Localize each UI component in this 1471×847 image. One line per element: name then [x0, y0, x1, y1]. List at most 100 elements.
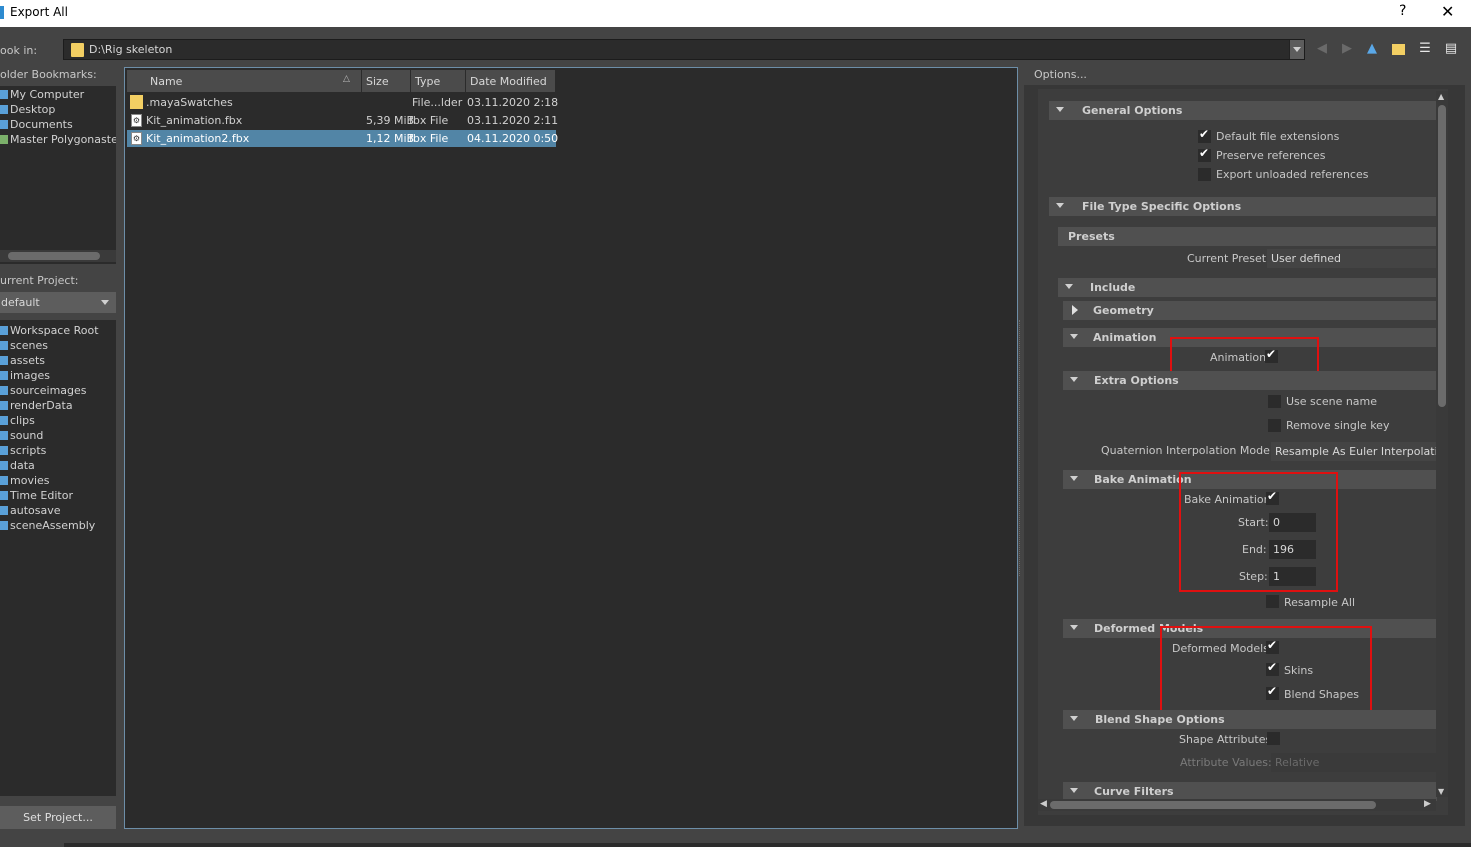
folder-icon: [130, 95, 143, 109]
bookmark-item[interactable]: Desktop: [0, 103, 55, 118]
bookmark-label: Documents: [10, 118, 73, 131]
section-include[interactable]: Include: [1058, 278, 1437, 297]
bake-start-input[interactable]: 0: [1269, 513, 1316, 532]
workspace-item-label: renderData: [10, 399, 73, 412]
workspace-item[interactable]: sound: [0, 429, 43, 444]
file-row[interactable]: .mayaSwatches File...lder 03.11.2020 2:1…: [127, 94, 558, 111]
scroll-thumb[interactable]: [8, 252, 100, 260]
new-folder-icon[interactable]: [1390, 41, 1406, 57]
section-title: Presets: [1068, 230, 1115, 243]
file-size: 1,12 MiB: [366, 132, 415, 145]
section-general-options[interactable]: General Options: [1049, 101, 1437, 120]
column-header-size[interactable]: Size: [362, 70, 411, 92]
bake-end-input[interactable]: 196: [1269, 540, 1316, 559]
default-file-extensions-checkbox[interactable]: ✔: [1198, 127, 1211, 143]
workspace-item[interactable]: Workspace Root: [0, 324, 99, 339]
section-extra-options[interactable]: Extra Options: [1063, 371, 1437, 390]
bake-start-label: Start:: [1238, 516, 1269, 529]
export-unloaded-checkbox[interactable]: [1198, 168, 1211, 181]
bake-step-input[interactable]: 1: [1269, 567, 1316, 586]
file-name: Kit_animation.fbx: [146, 114, 243, 127]
section-presets[interactable]: Presets: [1058, 227, 1437, 246]
workspace-item[interactable]: assets: [0, 354, 45, 369]
scroll-right-icon[interactable]: ▶: [1424, 799, 1431, 809]
file-row-selected[interactable]: ⚙ Kit_animation2.fbx 1,12 MiB fbx File 0…: [127, 130, 558, 147]
column-header-name[interactable]: Name △: [127, 70, 362, 92]
workspace-item[interactable]: Time Editor: [0, 489, 73, 504]
bookmark-item[interactable]: Documents: [0, 118, 73, 133]
bookmark-label: Desktop: [10, 103, 56, 116]
deformed-models-checkbox[interactable]: ✔: [1266, 638, 1279, 654]
file-type: fbx File: [409, 114, 449, 127]
bookmark-item[interactable]: My Computer: [0, 88, 84, 103]
detail-view-icon[interactable]: ▤: [1443, 41, 1459, 57]
file-list: Name △ Size Type Date Modified .mayaSwat…: [124, 67, 1018, 829]
animation-label: Animation: [1210, 351, 1267, 364]
splitter-handle[interactable]: [1019, 320, 1021, 576]
options-panel: General Options ✔ Default file extension…: [1038, 89, 1448, 815]
checkmark-icon: ✔: [1267, 489, 1278, 503]
quaternion-mode-dropdown[interactable]: Resample As Euler Interpolation: [1271, 442, 1437, 461]
expand-arrow-icon: [1070, 476, 1078, 481]
scroll-thumb[interactable]: [1050, 801, 1376, 809]
section-file-type-options[interactable]: File Type Specific Options: [1049, 197, 1437, 216]
workspace-item[interactable]: scripts: [0, 444, 46, 459]
file-row[interactable]: ⚙ Kit_animation.fbx 5,39 MiB fbx File 03…: [127, 112, 558, 129]
section-blend-shape-options[interactable]: Blend Shape Options: [1063, 710, 1437, 729]
attribute-values-dropdown[interactable]: Relative: [1271, 753, 1437, 772]
bake-animation-checkbox[interactable]: ✔: [1266, 489, 1279, 505]
checkmark-icon: ✔: [1267, 684, 1278, 698]
workspace-item[interactable]: clips: [0, 414, 35, 429]
workspace-item-label: movies: [10, 474, 50, 487]
bookmarks-hscrollbar[interactable]: [0, 250, 116, 262]
workspace-item-label: sound: [10, 429, 44, 442]
column-header-type[interactable]: Type: [411, 70, 466, 92]
workspace-item[interactable]: sceneAssembly: [0, 519, 95, 534]
animation-checkbox[interactable]: ✔: [1265, 347, 1278, 363]
workspace-item[interactable]: renderData: [0, 399, 73, 414]
filename-field-edge: [64, 843, 1471, 847]
workspace-item[interactable]: images: [0, 369, 50, 384]
blend-shapes-checkbox[interactable]: ✔: [1266, 684, 1279, 700]
workspace-item[interactable]: data: [0, 459, 35, 474]
skins-checkbox[interactable]: ✔: [1266, 660, 1279, 676]
workspace-item[interactable]: movies: [0, 474, 50, 489]
options-hscrollbar[interactable]: ◀ ▶: [1038, 799, 1436, 811]
list-view-icon[interactable]: ☰: [1417, 41, 1433, 57]
preserve-references-checkbox[interactable]: ✔: [1198, 146, 1211, 162]
collapse-arrow-icon: [1072, 305, 1078, 315]
set-project-button[interactable]: Set Project...: [0, 806, 116, 829]
default-file-extensions-label: Default file extensions: [1216, 130, 1340, 143]
resample-all-checkbox[interactable]: [1266, 595, 1279, 608]
look-in-dropdown-button[interactable]: [1289, 40, 1304, 59]
bake-animation-label: Bake Animation: [1184, 493, 1271, 506]
section-title: Include: [1090, 281, 1136, 294]
workspace-item[interactable]: sourceimages: [0, 384, 87, 399]
column-header-date[interactable]: Date Modified: [466, 70, 556, 92]
workspace-item[interactable]: scenes: [0, 339, 48, 354]
look-in-combo[interactable]: D:\Rig skeleton: [63, 39, 1305, 60]
help-button[interactable]: ?: [1399, 3, 1406, 19]
up-folder-icon[interactable]: ▲: [1364, 41, 1380, 57]
project-combo[interactable]: default: [0, 292, 116, 313]
shape-attributes-checkbox[interactable]: [1267, 732, 1280, 745]
scroll-up-icon[interactable]: ▲: [1438, 92, 1444, 101]
bookmark-item[interactable]: Master Polygonaster: [0, 133, 116, 148]
remove-single-key-label: Remove single key: [1286, 419, 1390, 432]
folder-icon: [0, 356, 8, 365]
close-button[interactable]: ✕: [1441, 2, 1454, 21]
quaternion-mode-label: Quaternion Interpolation Mode:: [1101, 444, 1274, 457]
scroll-down-icon[interactable]: ▼: [1438, 787, 1444, 796]
remove-single-key-checkbox[interactable]: [1268, 419, 1281, 432]
back-icon[interactable]: ◀: [1314, 41, 1330, 57]
options-vscrollbar[interactable]: ▲ ▼: [1436, 91, 1448, 797]
use-scene-name-checkbox[interactable]: [1268, 395, 1281, 408]
file-type: fbx File: [409, 132, 449, 145]
workspace-item[interactable]: autosave: [0, 504, 61, 519]
current-preset-dropdown[interactable]: User defined: [1267, 249, 1437, 268]
scroll-left-icon[interactable]: ◀: [1040, 799, 1047, 809]
forward-icon[interactable]: ▶: [1339, 41, 1355, 57]
section-geometry[interactable]: Geometry: [1063, 301, 1437, 320]
scroll-thumb[interactable]: [1438, 105, 1446, 407]
shape-attributes-label: Shape Attributes: [1179, 733, 1272, 746]
